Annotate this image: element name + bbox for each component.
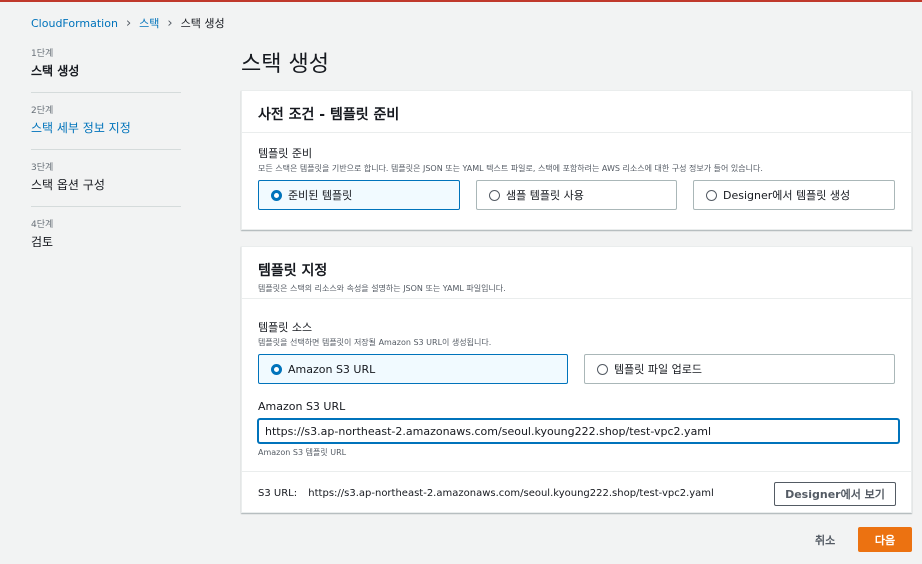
s3-url-value: https://s3.ap-northeast-2.amazonaws.com/…: [308, 487, 714, 499]
step-link-stack-details[interactable]: 스택 세부 정보 지정: [31, 119, 181, 137]
template-prepare-options: 준비된 템플릿 샘플 템플릿 사용 Designer에서 템플릿 생성: [258, 180, 895, 210]
wizard-steps: 1단계 스택 생성 2단계 스택 세부 정보 지정 3단계 스택 옵션 구성 4…: [31, 48, 181, 275]
chevron-right-icon: ›: [167, 16, 173, 31]
breadcrumb: CloudFormation › 스택 › 스택 생성: [31, 16, 225, 32]
panel-header: 템플릿 지정 템플릿은 스택의 리소스와 속성을 설명하는 JSON 또는 YA…: [242, 247, 911, 299]
radio-selected-icon: [271, 363, 282, 375]
option-designer-template[interactable]: Designer에서 템플릿 생성: [693, 180, 895, 210]
option-upload-template-file[interactable]: 템플릿 파일 업로드: [584, 354, 895, 384]
step-label: 스택 옵션 구성: [31, 178, 105, 192]
breadcrumb-current: 스택 생성: [180, 17, 225, 30]
field-label: 템플릿 준비: [258, 147, 313, 160]
cancel-button[interactable]: 취소: [815, 532, 835, 548]
view-in-designer-button[interactable]: Designer에서 보기: [774, 482, 896, 506]
step-label: 스택 생성: [31, 64, 80, 78]
specify-template-panel: 템플릿 지정 템플릿은 스택의 리소스와 속성을 설명하는 JSON 또는 YA…: [241, 246, 912, 513]
option-label: 준비된 템플릿: [288, 189, 353, 202]
option-label: Amazon S3 URL: [288, 362, 376, 376]
option-label: 샘플 템플릿 사용: [506, 189, 584, 202]
field-description: 템플릿을 선택하면 템플릿이 저장될 Amazon S3 URL이 생성됩니다.: [258, 338, 492, 347]
field-description: 모든 스택은 템플릿을 기반으로 합니다. 템플릿은 JSON 또는 YAML …: [258, 164, 763, 173]
panel-body: 템플릿 소스 템플릿을 선택하면 템플릿이 저장될 Amazon S3 URL이…: [242, 299, 911, 458]
field-label: Amazon S3 URL: [258, 400, 346, 413]
option-template-ready[interactable]: 준비된 템플릿: [258, 180, 460, 210]
radio-icon: [597, 363, 608, 375]
step-number: 1단계: [31, 49, 54, 59]
s3-url-footer: S3 URL: https://s3.ap-northeast-2.amazon…: [242, 471, 911, 514]
option-label: Designer에서 템플릿 생성: [723, 189, 851, 202]
s3-url-display: S3 URL: https://s3.ap-northeast-2.amazon…: [258, 488, 714, 499]
radio-icon: [489, 189, 500, 201]
panel-title: 사전 조건 - 템플릿 준비: [258, 107, 400, 123]
breadcrumb-cloudformation[interactable]: CloudFormation: [31, 16, 118, 32]
chevron-right-icon: ›: [125, 16, 132, 31]
option-sample-template[interactable]: 샘플 템플릿 사용: [476, 180, 677, 210]
option-amazon-s3-url[interactable]: Amazon S3 URL: [258, 354, 568, 384]
step-number: 3단계: [31, 163, 54, 173]
panel-description: 템플릿은 스택의 리소스와 속성을 설명하는 JSON 또는 YAML 파일입니…: [258, 284, 506, 293]
s3-url-input[interactable]: [258, 419, 899, 443]
field-hint: Amazon S3 템플릿 URL: [258, 448, 347, 457]
step-4: 4단계 검토: [31, 219, 181, 263]
radio-selected-icon: [271, 189, 282, 201]
option-label: 템플릿 파일 업로드: [614, 363, 702, 376]
panel-title: 템플릿 지정: [258, 263, 328, 279]
page-title: 스택 생성: [241, 52, 329, 77]
panel-header: 사전 조건 - 템플릿 준비: [242, 91, 911, 133]
template-source-options: Amazon S3 URL 템플릿 파일 업로드: [258, 354, 895, 384]
next-button[interactable]: 다음: [858, 527, 912, 552]
breadcrumb-stacks[interactable]: 스택: [139, 16, 159, 32]
step-number: 4단계: [31, 220, 54, 230]
s3-url-label: S3 URL:: [258, 487, 298, 499]
step-3: 3단계 스택 옵션 구성: [31, 162, 181, 207]
step-1: 1단계 스택 생성: [31, 48, 181, 93]
panel-body: 템플릿 준비 모든 스택은 템플릿을 기반으로 합니다. 템플릿은 JSON 또…: [242, 133, 911, 210]
field-label: 템플릿 소스: [258, 321, 313, 334]
step-2: 2단계 스택 세부 정보 지정: [31, 105, 181, 150]
radio-icon: [706, 189, 717, 201]
prerequisite-panel: 사전 조건 - 템플릿 준비 템플릿 준비 모든 스택은 템플릿을 기반으로 합…: [241, 90, 912, 230]
step-label: 검토: [31, 235, 54, 249]
step-number: 2단계: [31, 106, 54, 116]
